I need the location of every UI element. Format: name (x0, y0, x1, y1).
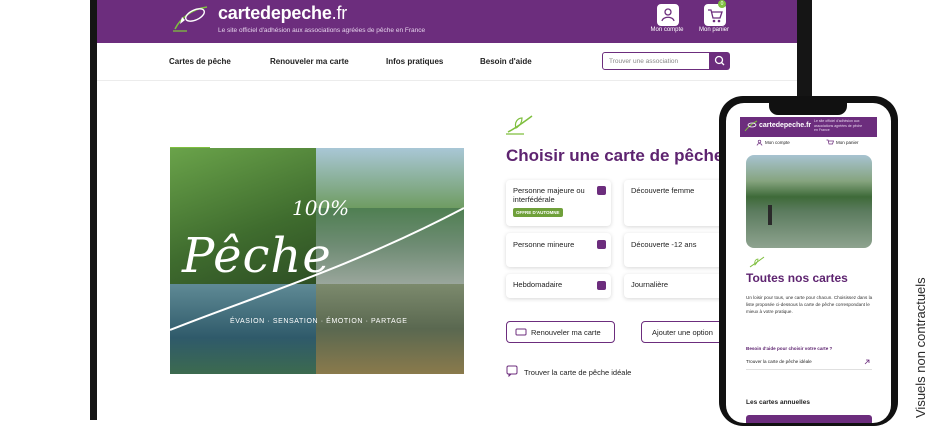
chevron-right-icon (597, 186, 606, 195)
phone-brand[interactable]: cartedepeche.fr (759, 122, 811, 129)
find-card-link[interactable]: Trouver la carte de pêche idéale (524, 368, 631, 377)
phone-account-link[interactable]: Mon compte (765, 140, 790, 145)
brand-text: cartedepeche (218, 3, 332, 23)
cart-icon (826, 139, 834, 145)
card-hebdomadaire[interactable]: Hebdomadaire (506, 274, 611, 298)
phone-hero-image (746, 155, 872, 248)
card-label: Découverte femme (631, 186, 695, 195)
nav-item-renouveler[interactable]: Renouveler ma carte (270, 57, 349, 66)
card-label: Personne majeure ou interfédérale (513, 186, 585, 204)
renew-label: Renouveler ma carte (531, 328, 601, 337)
cart-count-badge: 0 (718, 0, 726, 8)
hero-subline: ÉVASION · SENSATION · ÉMOTION · PARTAGE (230, 318, 408, 325)
laptop-screen: cartedepeche.fr Le site officiel d'adhés… (97, 0, 797, 420)
card-label: Découverte -12 ans (631, 240, 697, 249)
brand-tld: .fr (331, 3, 348, 23)
chevron-right-icon (597, 240, 606, 249)
phone-annual-bar[interactable] (746, 415, 872, 423)
search-input[interactable]: Trouver une association (602, 52, 710, 70)
phone-intro-text: Un loisir pour tous, une carte pour chac… (746, 295, 873, 314)
nav-item-cartes[interactable]: Cartes de pêche (169, 57, 231, 66)
account-button[interactable] (657, 4, 679, 26)
phone-annual-title: Les cartes annuelles (746, 399, 810, 406)
chevron-right-icon (597, 281, 606, 290)
cart-label[interactable]: Mon panier (684, 27, 744, 33)
disclaimer-text: Visuels non contractuels (913, 277, 928, 418)
card-label: Hebdomadaire (513, 280, 563, 289)
card-icon (515, 328, 527, 336)
leaf-icon (749, 256, 765, 268)
hero-percent: 100% (292, 196, 350, 220)
phone-notch (769, 103, 847, 115)
search-button[interactable] (710, 52, 730, 70)
card-mineure[interactable]: Personne mineure (506, 233, 611, 267)
arrow-up-right-icon (864, 359, 870, 365)
phone-page-title: Toutes nos cartes (746, 271, 848, 285)
phone-tagline: Le site officiel d'adhésion aux associat… (814, 119, 863, 132)
hero-word: Pêche (182, 228, 332, 284)
card-label: Personne mineure (513, 240, 575, 249)
card-decouverte-12[interactable]: Découverte -12 ans (624, 233, 729, 267)
add-option-button[interactable]: Ajouter une option (641, 321, 731, 343)
nav-item-infos[interactable]: Infos pratiques (386, 57, 443, 66)
user-icon (661, 8, 675, 22)
leaf-icon (506, 115, 533, 135)
card-label: Journalière (631, 280, 669, 289)
cart-icon (708, 9, 723, 23)
phone-screen: cartedepeche.fr Le site officiel d'adhés… (726, 103, 891, 423)
site-tagline: Le site officiel d'adhésion aux associat… (218, 27, 426, 34)
page-title: Choisir une carte de pêche (506, 146, 724, 165)
fish-logo-icon[interactable] (171, 3, 211, 35)
phone-cart-link[interactable]: Mon panier (836, 140, 859, 145)
card-journaliere[interactable]: Journalière (624, 274, 729, 298)
nav-item-aide[interactable]: Besoin d'aide (480, 57, 532, 66)
angler-figure (768, 205, 772, 225)
card-majeure[interactable]: Personne majeure ou interfédérale OFFRE … (506, 180, 611, 226)
phone-find-link[interactable]: Trouver la carte de pêche idéale (746, 359, 872, 370)
offer-badge: OFFRE D'AUTOMNE (513, 208, 563, 217)
search-icon (714, 55, 725, 66)
user-icon (756, 139, 763, 146)
phone-find-label: Trouver la carte de pêche idéale (746, 359, 812, 364)
add-option-label: Ajouter une option (652, 328, 713, 337)
card-decouverte-femme[interactable]: Découverte femme (624, 180, 729, 226)
chat-icon (506, 365, 518, 377)
phone-help-title: Besoin d'aide pour choisir votre carte ? (746, 346, 833, 351)
brand-name[interactable]: cartedepeche.fr (218, 3, 347, 24)
fish-logo-icon[interactable] (744, 119, 758, 133)
